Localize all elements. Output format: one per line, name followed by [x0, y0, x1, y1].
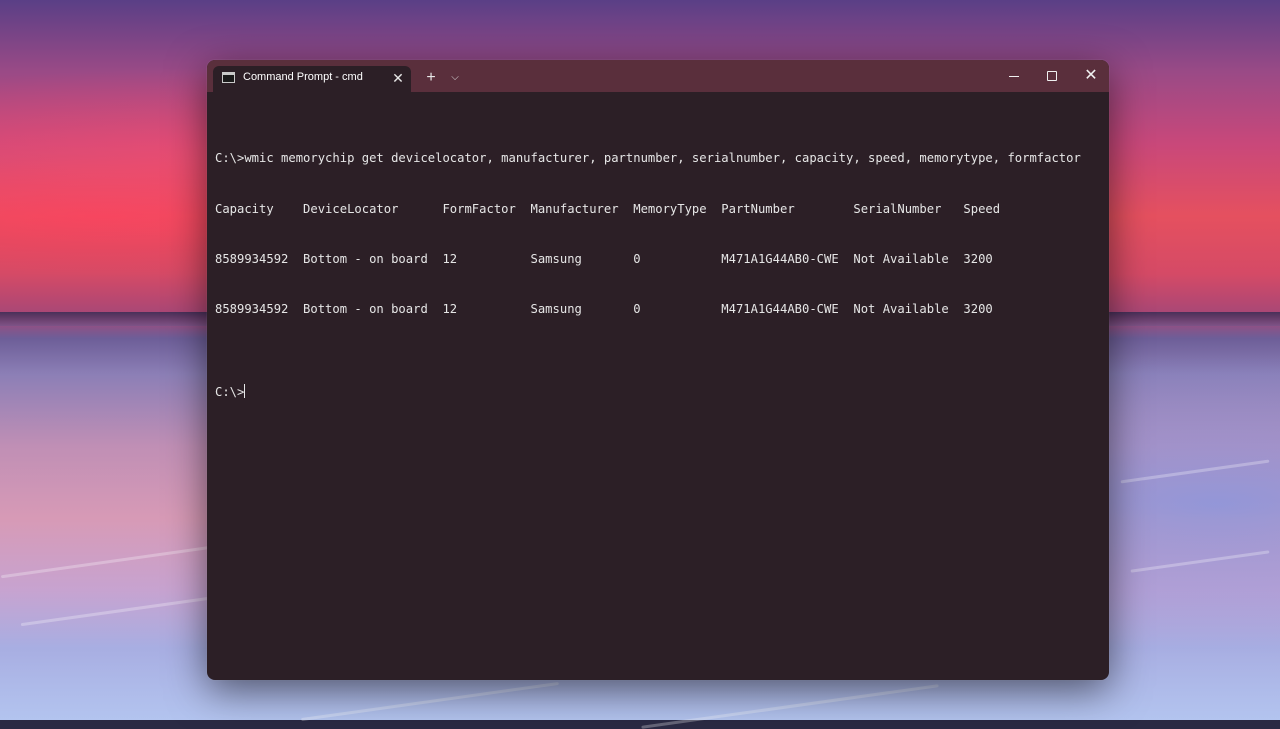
minimize-icon — [1009, 75, 1019, 77]
table-row: 8589934592 Bottom - on board 12 Samsung … — [215, 301, 993, 316]
prompt-text: C:\> — [215, 385, 245, 400]
title-bar[interactable]: Command Prompt - cmd ✕ + ⌵ ✕ — [207, 60, 1109, 92]
minimize-button[interactable] — [995, 60, 1033, 90]
terminal-window[interactable]: Command Prompt - cmd ✕ + ⌵ ✕ C:\>wmic me… — [207, 60, 1109, 680]
command-line: C:\>wmic memorychip get devicelocator, m… — [215, 151, 1081, 166]
maximize-icon — [1047, 71, 1057, 82]
tab-title: Command Prompt - cmd — [243, 71, 363, 83]
tab-close-icon[interactable]: ✕ — [389, 69, 407, 87]
text-cursor — [244, 384, 246, 399]
close-button[interactable]: ✕ — [1072, 60, 1109, 90]
chevron-down-icon[interactable]: ⌵ — [447, 68, 463, 88]
new-tab-button[interactable]: + — [421, 68, 441, 88]
close-icon: ✕ — [1084, 67, 1098, 84]
terminal-icon — [222, 72, 235, 83]
tab-command-prompt[interactable]: Command Prompt - cmd ✕ — [213, 66, 411, 92]
table-row: 8589934592 Bottom - on board 12 Samsung … — [215, 251, 993, 266]
table-header: Capacity DeviceLocator FormFactor Manufa… — [215, 201, 1001, 216]
maximize-button[interactable] — [1033, 60, 1071, 90]
command-prompt-line[interactable]: C:\> — [215, 384, 1101, 401]
console-output[interactable]: C:\>wmic memorychip get devicelocator, m… — [215, 117, 1101, 434]
